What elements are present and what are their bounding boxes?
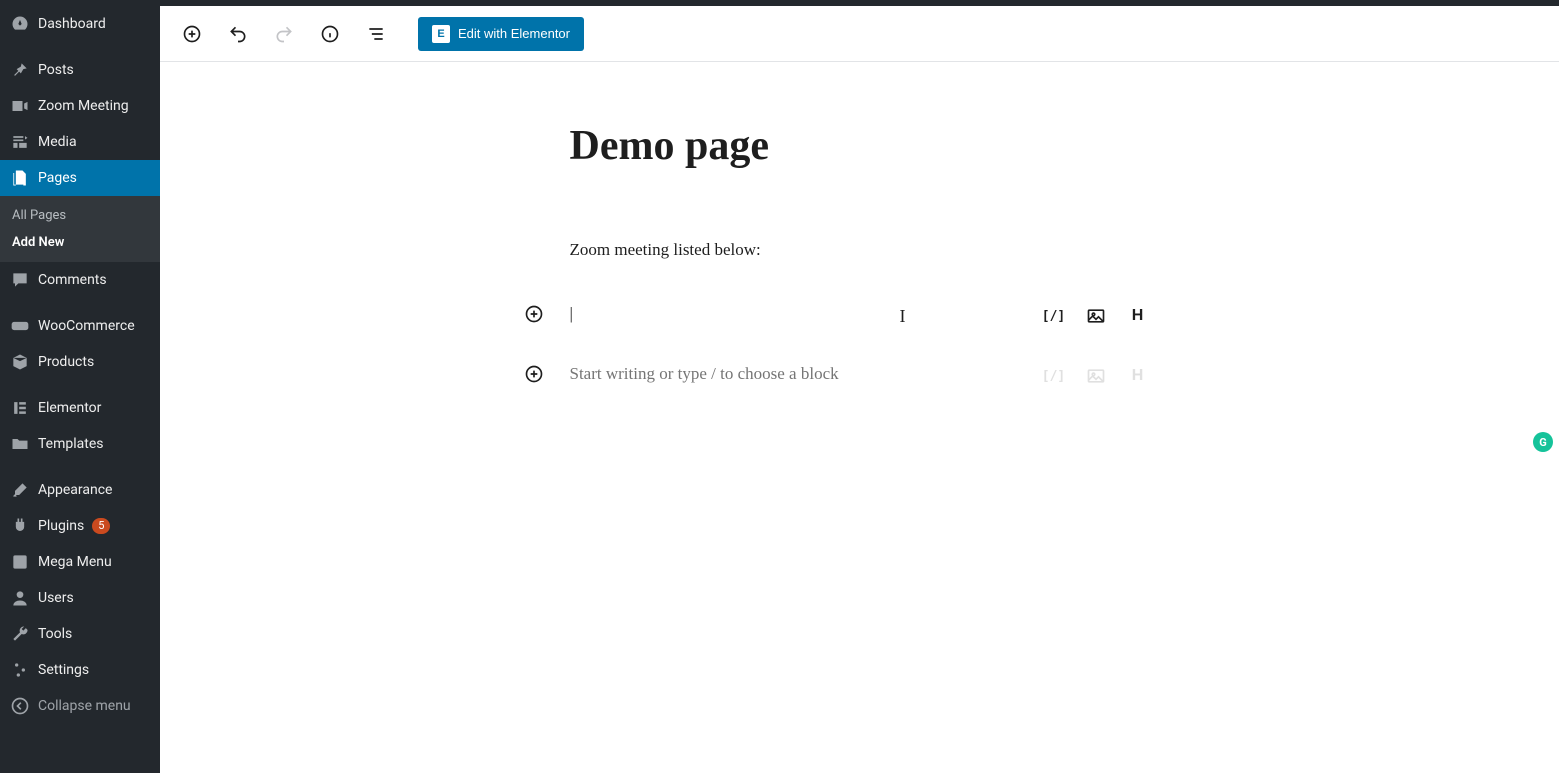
sidebar-item-tools[interactable]: Tools: [0, 616, 160, 652]
box-icon: [10, 352, 30, 372]
image-block-icon[interactable]: [1084, 364, 1108, 388]
heading-block-icon[interactable]: H: [1126, 304, 1150, 328]
elementor-icon: [10, 398, 30, 418]
sidebar-item-label: Elementor: [38, 400, 101, 416]
sidebar-item-posts[interactable]: Posts: [0, 52, 160, 88]
sidebar-submenu-pages: All Pages Add New: [0, 196, 160, 262]
sidebar-item-woocommerce[interactable]: WooCommerce: [0, 308, 160, 344]
elementor-button-label: Edit with Elementor: [458, 26, 570, 41]
sidebar-item-label: Pages: [38, 170, 77, 186]
user-icon: [10, 588, 30, 608]
info-button[interactable]: [312, 16, 348, 52]
main-layout: Dashboard Posts Zoom Meeting Media Page: [0, 6, 1559, 773]
outline-button[interactable]: [358, 16, 394, 52]
sidebar-item-elementor[interactable]: Elementor: [0, 390, 160, 426]
sidebar-item-label: Products: [38, 354, 94, 370]
sidebar-item-label: Zoom Meeting: [38, 98, 129, 114]
edit-with-elementor-button[interactable]: E Edit with Elementor: [418, 17, 584, 51]
submenu-item-all-pages[interactable]: All Pages: [0, 202, 160, 229]
pin-icon: [10, 60, 30, 80]
sidebar-item-label: Posts: [38, 62, 74, 78]
block-type-suggestions-dim: [/] H: [1042, 364, 1150, 388]
inline-add-block-button[interactable]: [522, 362, 546, 386]
sidebar-item-products[interactable]: Products: [0, 344, 160, 380]
paragraph-block[interactable]: Zoom meeting listed below:: [570, 240, 1150, 260]
sidebar-item-label: Dashboard: [38, 16, 106, 32]
sidebar-item-label: Users: [38, 590, 74, 606]
page-title[interactable]: Demo page: [570, 122, 1150, 170]
sidebar-item-appearance[interactable]: Appearance: [0, 472, 160, 508]
sidebar-item-label: Media: [38, 134, 77, 150]
sliders-icon: [10, 660, 30, 680]
grammarly-indicator-icon[interactable]: G: [1533, 432, 1553, 452]
sidebar-item-comments[interactable]: Comments: [0, 262, 160, 298]
gauge-icon: [10, 14, 30, 34]
empty-block-row-active: I [/] H: [570, 300, 1150, 332]
shortcode-block-icon[interactable]: [/]: [1042, 364, 1066, 388]
inline-add-block-button[interactable]: [522, 302, 546, 326]
video-icon: [10, 96, 30, 116]
brush-icon: [10, 480, 30, 500]
sidebar-item-pages[interactable]: Pages: [0, 160, 160, 196]
editor-toolbar: E Edit with Elementor: [160, 6, 1559, 62]
comment-icon: [10, 270, 30, 290]
megamenu-icon: [10, 552, 30, 572]
block-placeholder-text[interactable]: Start writing or type / to choose a bloc…: [570, 364, 1042, 388]
empty-block-row-placeholder: Start writing or type / to choose a bloc…: [570, 360, 1150, 392]
sidebar-item-templates[interactable]: Templates: [0, 426, 160, 462]
add-block-button[interactable]: [174, 16, 210, 52]
collapse-icon: [10, 696, 30, 716]
block-text-input[interactable]: [570, 304, 1042, 328]
sidebar-item-label: Plugins: [38, 518, 84, 534]
elementor-logo-icon: E: [432, 25, 450, 43]
plugins-update-badge: 5: [92, 518, 110, 534]
sidebar-item-media[interactable]: Media: [0, 124, 160, 160]
sidebar-item-label: Comments: [38, 272, 107, 288]
sidebar-item-label: Collapse menu: [38, 698, 131, 714]
undo-button[interactable]: [220, 16, 256, 52]
sidebar-item-label: WooCommerce: [38, 318, 135, 334]
submenu-item-add-new[interactable]: Add New: [0, 229, 160, 256]
sidebar-item-label: Appearance: [38, 482, 112, 498]
redo-button[interactable]: [266, 16, 302, 52]
sidebar-item-mega-menu[interactable]: Mega Menu: [0, 544, 160, 580]
wrench-icon: [10, 624, 30, 644]
pages-icon: [10, 168, 30, 188]
folder-icon: [10, 434, 30, 454]
admin-sidebar: Dashboard Posts Zoom Meeting Media Page: [0, 6, 160, 773]
sidebar-item-users[interactable]: Users: [0, 580, 160, 616]
sidebar-item-label: Tools: [38, 626, 72, 642]
sidebar-item-label: Templates: [38, 436, 104, 452]
sidebar-item-plugins[interactable]: Plugins 5: [0, 508, 160, 544]
editor-canvas: Demo page Zoom meeting listed below: I […: [160, 62, 1559, 773]
sidebar-item-settings[interactable]: Settings: [0, 652, 160, 688]
media-icon: [10, 132, 30, 152]
sidebar-item-dashboard[interactable]: Dashboard: [0, 6, 160, 42]
sidebar-item-zoom-meeting[interactable]: Zoom Meeting: [0, 88, 160, 124]
heading-block-icon[interactable]: H: [1126, 364, 1150, 388]
block-type-suggestions: [/] H: [1042, 304, 1150, 328]
sidebar-item-label: Mega Menu: [38, 554, 112, 570]
document: Demo page Zoom meeting listed below: I […: [550, 62, 1170, 480]
shortcode-block-icon[interactable]: [/]: [1042, 304, 1066, 328]
sidebar-item-collapse[interactable]: Collapse menu: [0, 688, 160, 724]
image-block-icon[interactable]: [1084, 304, 1108, 328]
sidebar-item-label: Settings: [38, 662, 89, 678]
woocommerce-icon: [10, 316, 30, 336]
plug-icon: [10, 516, 30, 536]
editor-area: E Edit with Elementor Demo page Zoom mee…: [160, 6, 1559, 773]
